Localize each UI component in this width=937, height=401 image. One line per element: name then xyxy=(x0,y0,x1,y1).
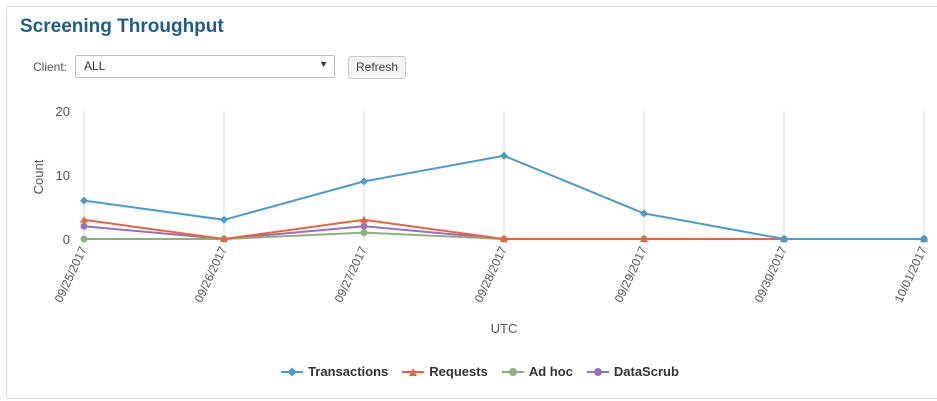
legend-label: Ad hoc xyxy=(528,364,573,379)
data-point-transactions xyxy=(80,196,88,205)
x-axis-label: UTC xyxy=(491,321,518,336)
legend-label: Requests xyxy=(429,364,488,379)
x-tick-label: 09/27/2017 xyxy=(332,244,370,305)
data-point-datascrub xyxy=(80,222,88,230)
y-tick-label: 0 xyxy=(63,232,70,247)
x-tick-label: 09/28/2017 xyxy=(472,244,510,305)
x-tick-label: 10/01/2017 xyxy=(892,244,930,305)
y-tick-label: 10 xyxy=(56,168,70,183)
x-tick-label: 09/26/2017 xyxy=(192,244,230,305)
data-point-ad-hoc xyxy=(360,229,368,237)
y-tick-label: 20 xyxy=(56,104,70,119)
data-point-transactions xyxy=(640,209,648,218)
chart-legend: Transactions Requests Ad hoc DataScrub xyxy=(0,364,937,380)
legend-marker-icon xyxy=(281,366,304,377)
legend-label: Transactions xyxy=(308,364,389,379)
data-point-transactions xyxy=(500,151,508,160)
legend-marker-icon xyxy=(402,367,425,377)
y-axis-label: Count xyxy=(31,159,46,194)
legend-item-transactions[interactable]: Transactions xyxy=(281,364,388,379)
data-point-ad-hoc xyxy=(80,235,88,243)
data-point-transactions xyxy=(360,177,368,186)
x-tick-label: 09/25/2017 xyxy=(52,244,90,305)
legend-label: DataScrub xyxy=(613,364,679,379)
legend-item-datascrub[interactable]: DataScrub xyxy=(586,364,679,379)
legend-marker-icon xyxy=(586,367,609,377)
legend-item-ad-hoc[interactable]: Ad hoc xyxy=(501,364,573,379)
legend-item-requests[interactable]: Requests xyxy=(402,364,488,379)
data-point-datascrub xyxy=(360,222,368,230)
legend-marker-icon xyxy=(501,367,524,377)
data-point-transactions xyxy=(220,215,228,224)
x-tick-label: 09/29/2017 xyxy=(612,244,650,305)
throughput-chart: 0 10 20 Count 09/25/2017 09/26/2017 09/27/2017… xyxy=(31,104,930,336)
x-tick-label: 09/30/2017 xyxy=(752,244,790,305)
